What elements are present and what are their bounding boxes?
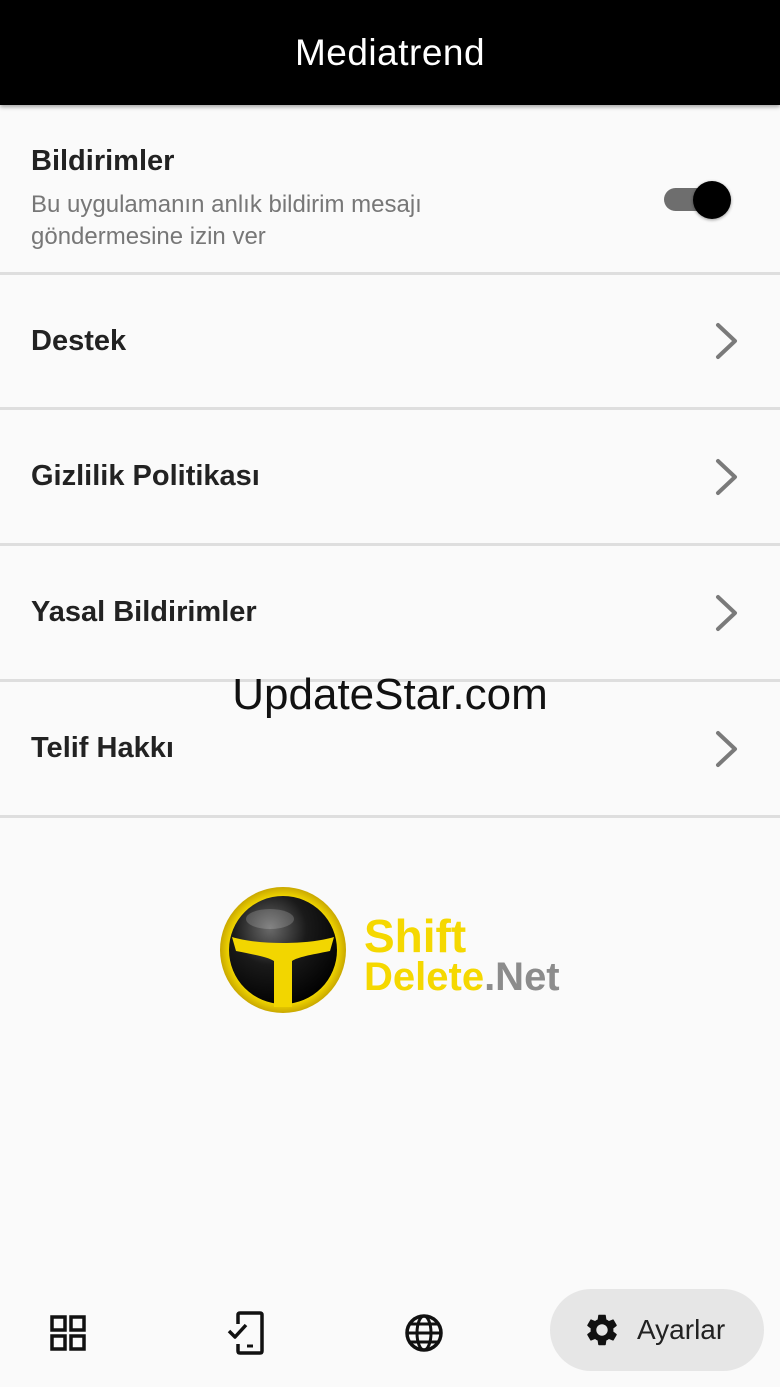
nav-phone-button[interactable] — [216, 1303, 276, 1363]
toggle-thumb — [693, 181, 731, 219]
menu-item-label: Destek — [31, 324, 127, 357]
nav-grid-button[interactable] — [38, 1303, 98, 1363]
chevron-right-icon — [716, 323, 737, 359]
bottom-navigation: Ayarlar — [0, 1280, 780, 1387]
menu-item-yasal-bildirimler[interactable]: Yasal Bildirimler — [0, 546, 780, 682]
nav-settings-label: Ayarlar — [637, 1314, 726, 1345]
notifications-description: Bu uygulamanın anlık bildirim mesajı gön… — [31, 191, 422, 250]
gear-icon — [587, 1314, 617, 1346]
watermark-text: UpdateStar.com — [232, 670, 548, 719]
logo-text-delete: Delete — [364, 955, 485, 999]
nav-globe-button[interactable] — [394, 1303, 454, 1363]
shiftdelete-logo: Shift Delete.Net — [218, 885, 568, 1015]
logo-text-shift: Shift — [364, 910, 467, 962]
chevron-right-icon — [716, 594, 737, 631]
menu-item-label: Yasal Bildirimler — [31, 596, 257, 628]
menu-item-gizlilik-politikasi[interactable]: Gizlilik Politikası — [0, 410, 780, 546]
notifications-setting-row: Bildirimler Bu uygulamanın anlık bildiri… — [0, 105, 780, 275]
app-title: Mediatrend — [294, 31, 486, 73]
app-bar: Mediatrend — [0, 0, 780, 105]
chevron-right-icon — [716, 730, 737, 767]
notifications-toggle[interactable] — [662, 175, 734, 225]
chevron-right-icon — [716, 458, 737, 495]
phone-check-icon — [227, 1311, 264, 1355]
logo-text-delete-net: Delete.Net — [364, 957, 560, 997]
menu-item-label: Gizlilik Politikası — [31, 460, 260, 492]
nav-settings-button[interactable]: Ayarlar — [550, 1289, 764, 1371]
logo-emblem-icon — [220, 887, 346, 1013]
menu-item-label: Telif Hakkı — [31, 732, 174, 764]
grid-icon — [50, 1315, 86, 1351]
menu-item-destek[interactable]: Destek — [0, 275, 780, 410]
notifications-title: Bildirimler — [31, 145, 175, 177]
logo-text-net: .Net — [484, 955, 560, 999]
globe-icon — [405, 1314, 443, 1352]
